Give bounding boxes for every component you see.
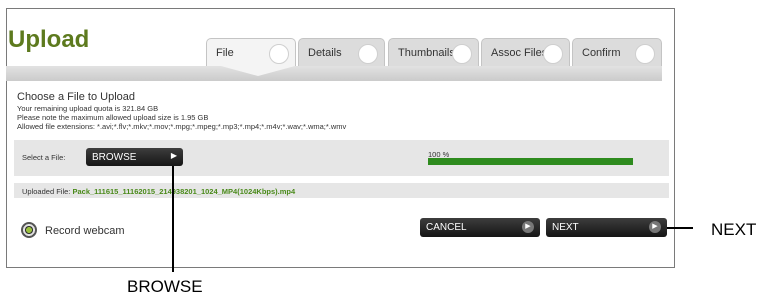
uploaded-file-info: Uploaded File: Pack_111615_11162015_2149… bbox=[22, 187, 295, 196]
max-size-text: Please note the maximum allowed upload s… bbox=[17, 113, 209, 122]
tab-underline-band bbox=[6, 66, 662, 81]
tab-confirm[interactable]: Confirm bbox=[572, 38, 662, 66]
tab-file[interactable]: File bbox=[206, 38, 296, 66]
quota-text: Your remaining upload quota is 321.84 GB bbox=[17, 104, 159, 113]
browse-callout-label: BROWSE bbox=[127, 277, 203, 296]
tab-confirm-label: Confirm bbox=[582, 47, 621, 59]
play-arrow-icon: ▶ bbox=[649, 221, 661, 233]
next-button-label: NEXT bbox=[552, 222, 579, 233]
upload-progress-fill bbox=[428, 158, 633, 165]
browse-button-label: BROWSE bbox=[92, 152, 137, 163]
active-tab-pointer bbox=[221, 66, 295, 76]
tab-thumbnails[interactable]: Thumbnails bbox=[388, 38, 479, 66]
next-button[interactable]: NEXT ▶ bbox=[546, 218, 667, 237]
browse-button[interactable]: BROWSE ▶ bbox=[86, 148, 183, 166]
uploaded-file-name: Pack_111615_11162015_214938201_1024_MP4(… bbox=[72, 187, 296, 196]
tab-details[interactable]: Details bbox=[298, 38, 385, 66]
record-webcam-link[interactable]: Record webcam bbox=[45, 225, 124, 237]
extensions-text: Allowed file extensions: *.avi;*.flv;*.m… bbox=[17, 122, 347, 131]
select-file-label: Select a File: bbox=[22, 153, 66, 162]
tab-status-circle-icon bbox=[635, 44, 655, 64]
cancel-button-label: CANCEL bbox=[426, 222, 467, 233]
upload-progress-bar bbox=[428, 158, 633, 165]
tab-status-circle-icon bbox=[269, 44, 289, 64]
tab-assoc-files-label: Assoc Files bbox=[491, 47, 548, 59]
instructions-heading: Choose a File to Upload bbox=[17, 91, 136, 103]
tab-status-circle-icon bbox=[543, 44, 563, 64]
upload-instructions: Choose a File to Upload Your remaining u… bbox=[17, 91, 346, 131]
cancel-button[interactable]: CANCEL ▶ bbox=[420, 218, 540, 237]
webcam-icon[interactable] bbox=[21, 222, 37, 238]
tab-file-label: File bbox=[216, 47, 234, 59]
next-callout-line bbox=[667, 227, 693, 229]
tab-details-label: Details bbox=[308, 47, 342, 59]
tab-status-circle-icon bbox=[452, 44, 472, 64]
next-callout-label: NEXT bbox=[711, 220, 757, 239]
browse-callout-line bbox=[172, 166, 174, 272]
page-title: Upload bbox=[8, 26, 90, 53]
uploaded-file-label: Uploaded File: bbox=[22, 187, 71, 196]
tab-thumbnails-label: Thumbnails bbox=[398, 47, 455, 59]
tab-assoc-files[interactable]: Assoc Files bbox=[481, 38, 570, 66]
play-arrow-icon: ▶ bbox=[170, 151, 177, 160]
play-arrow-icon: ▶ bbox=[522, 221, 534, 233]
tab-status-circle-icon bbox=[358, 44, 378, 64]
